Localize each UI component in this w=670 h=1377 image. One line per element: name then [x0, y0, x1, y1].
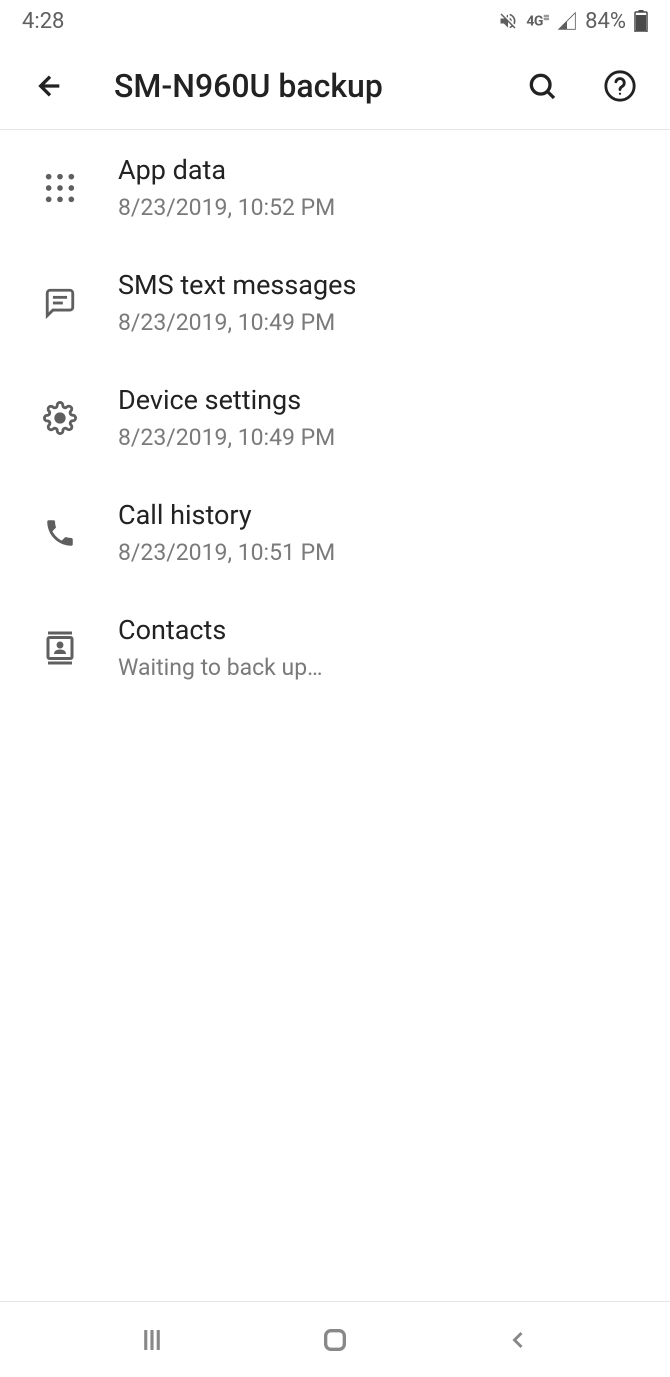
item-subtitle: 8/23/2019, 10:49 PM — [118, 424, 335, 451]
item-subtitle: 8/23/2019, 10:52 PM — [118, 194, 335, 221]
recents-button[interactable] — [122, 1310, 182, 1370]
item-title: SMS text messages — [118, 269, 356, 301]
navigation-bar — [0, 1301, 670, 1377]
status-time: 4:28 — [22, 9, 64, 34]
phone-icon — [30, 503, 90, 563]
app-bar: SM-N960U backup — [0, 42, 670, 130]
battery-percent: 84% — [585, 9, 626, 34]
item-title: Contacts — [118, 614, 323, 646]
list-item-call-history[interactable]: Call history 8/23/2019, 10:51 PM — [0, 475, 670, 590]
item-title: Device settings — [118, 384, 335, 416]
item-subtitle: 8/23/2019, 10:49 PM — [118, 309, 356, 336]
list-item-sms[interactable]: SMS text messages 8/23/2019, 10:49 PM — [0, 245, 670, 360]
back-button[interactable] — [30, 66, 70, 106]
list-item-contacts[interactable]: Contacts Waiting to back up… — [0, 590, 670, 705]
apps-icon — [30, 158, 90, 218]
item-title: App data — [118, 154, 335, 186]
sms-icon — [30, 273, 90, 333]
home-button[interactable] — [305, 1310, 365, 1370]
list-item-device-settings[interactable]: Device settings 8/23/2019, 10:49 PM — [0, 360, 670, 475]
contacts-icon — [30, 618, 90, 678]
item-title: Call history — [118, 499, 335, 531]
search-button[interactable] — [522, 66, 562, 106]
battery-icon — [634, 10, 648, 32]
nav-back-button[interactable] — [488, 1310, 548, 1370]
signal-icon — [557, 11, 577, 31]
mute-icon — [498, 11, 518, 31]
backup-list: App data 8/23/2019, 10:52 PM SMS text me… — [0, 130, 670, 1301]
list-item-app-data[interactable]: App data 8/23/2019, 10:52 PM — [0, 130, 670, 245]
status-bar: 4:28 4G≣ 84% — [0, 0, 670, 42]
help-button[interactable] — [600, 66, 640, 106]
network-4g-icon: 4G≣ — [526, 13, 549, 30]
page-title: SM-N960U backup — [114, 67, 522, 105]
item-subtitle: Waiting to back up… — [118, 654, 323, 681]
gear-icon — [30, 388, 90, 448]
status-indicators: 4G≣ 84% — [498, 9, 648, 34]
item-subtitle: 8/23/2019, 10:51 PM — [118, 539, 335, 566]
